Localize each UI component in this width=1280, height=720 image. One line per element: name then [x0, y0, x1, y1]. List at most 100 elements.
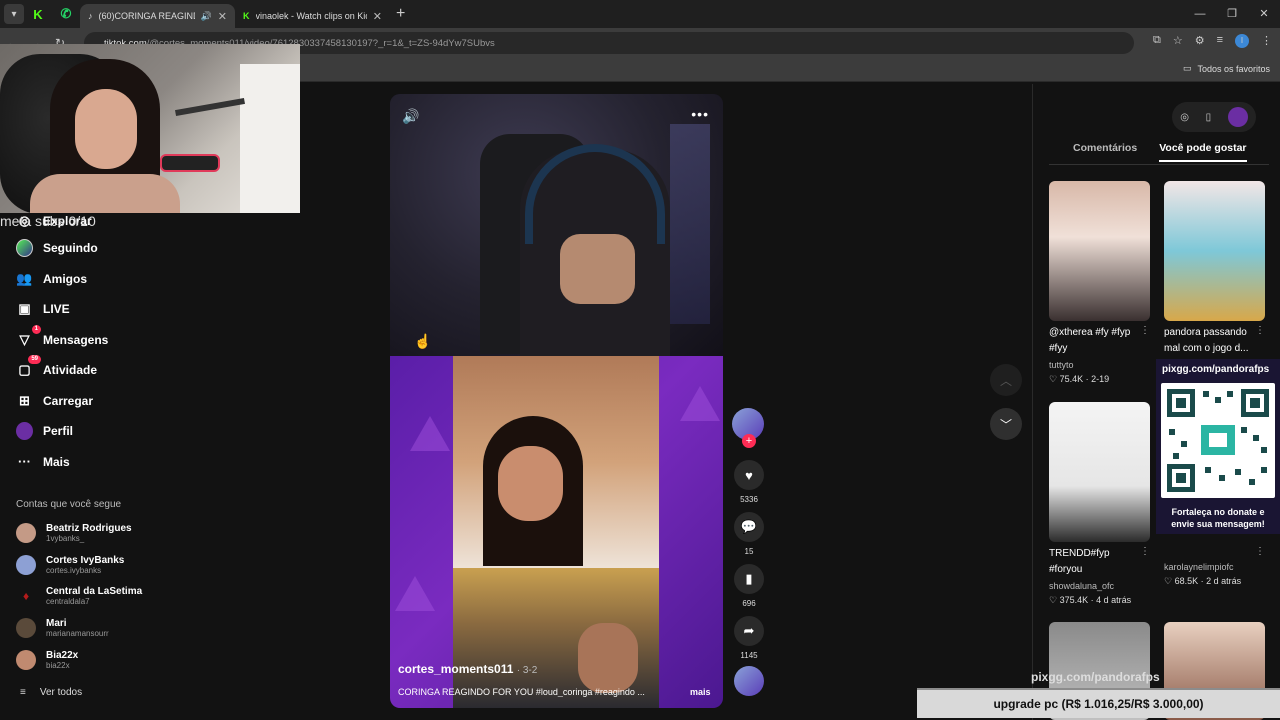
nav-label: Seguindo: [43, 240, 98, 255]
tab-kick[interactable]: K vinaolek - Watch clips on Kick ✕: [235, 4, 390, 28]
card-options-icon[interactable]: ⋮: [1255, 325, 1265, 336]
nav-upload[interactable]: ⊞ Carregar: [16, 392, 93, 409]
like-count: 5336: [740, 495, 758, 504]
recommendation-author[interactable]: tuttyto: [1049, 360, 1074, 370]
video-top-frame: [390, 94, 723, 356]
tab-comments[interactable]: Comentários: [1049, 142, 1137, 162]
nav-label: Mensagens: [43, 332, 109, 347]
recommendation-title[interactable]: @xtherea #fy #fyp #fyy: [1049, 325, 1141, 357]
more-dots-icon: ···: [18, 454, 31, 469]
following-section-title: Contas que você segue: [16, 499, 122, 510]
account-handle: 1vybanks_: [46, 534, 85, 543]
all-bookmarks-button[interactable]: ▭ Todos os favoritos: [1183, 63, 1270, 74]
video-date: · 3-2: [516, 665, 538, 676]
tab-tiktok[interactable]: ♪ (60)CORINGA REAGINDO F 🔊 ✕: [80, 4, 235, 28]
close-window-icon[interactable]: ✕: [1248, 0, 1280, 28]
recommendation-thumbnail[interactable]: [1049, 402, 1150, 542]
restore-icon[interactable]: ❐: [1216, 0, 1248, 28]
creator-avatar[interactable]: +: [732, 408, 764, 448]
previous-video-button[interactable]: ︿: [990, 364, 1022, 396]
tab-you-may-like[interactable]: Você pode gostar: [1159, 142, 1247, 162]
see-all-button[interactable]: ≡ Ver todos: [20, 687, 82, 698]
activity-badge: 59: [28, 355, 41, 364]
nav-activity[interactable]: ▢ 59 Atividade: [16, 355, 97, 378]
kick-pinned-tab-icon[interactable]: K: [24, 0, 52, 28]
close-tab-icon[interactable]: ✕: [373, 10, 382, 23]
recommendation-stats: ♡ 375.4K · 4 d atrás: [1049, 595, 1132, 605]
follow-plus-icon[interactable]: +: [742, 434, 756, 448]
sound-disc-icon[interactable]: [734, 666, 764, 696]
nav-more[interactable]: ··· Mais: [16, 453, 70, 470]
account-handle: centraldala7: [46, 597, 90, 606]
bookmark-icon[interactable]: ▮: [734, 564, 764, 594]
nav-label: Amigos: [43, 271, 88, 286]
video-player[interactable]: 🔊 ••• cortes_moments011 · 3-2 CORINGA RE…: [390, 94, 723, 708]
video-bottom-frame: [390, 356, 723, 708]
upgrade-goal-bar: upgrade pc (R$ 1.016,25/R$ 3.000,00): [917, 690, 1280, 718]
minimize-icon[interactable]: —: [1184, 0, 1216, 28]
install-app-icon[interactable]: ⧉: [1153, 34, 1161, 48]
live-icon: ▣: [18, 300, 31, 316]
profile-avatar[interactable]: I: [1235, 34, 1249, 48]
nav-profile[interactable]: Perfil: [16, 421, 74, 440]
audio-playing-icon[interactable]: 🔊: [201, 11, 212, 22]
following-account[interactable]: Cortes IvyBanks cortes.ivybanks: [16, 555, 124, 575]
following-account[interactable]: Mari marianamansourr: [16, 618, 109, 638]
comment-count: 15: [744, 547, 754, 556]
nav-label: Perfil: [43, 423, 74, 438]
account-name: Mari: [46, 618, 67, 629]
bookmark-star-icon[interactable]: ☆: [1173, 34, 1183, 48]
volume-icon[interactable]: 🔊: [402, 108, 419, 125]
nav-friends[interactable]: 👥 Amigos: [16, 270, 87, 287]
new-tab-button[interactable]: +: [396, 5, 405, 23]
messages-icon: ▽ 1: [16, 325, 41, 348]
following-account[interactable]: Beatriz Rodrigues 1vybanks_: [16, 523, 132, 543]
messages-badge: 1: [31, 325, 41, 334]
like-heart-icon[interactable]: ♥: [734, 460, 764, 490]
card-options-icon[interactable]: ⋮: [1255, 546, 1265, 557]
comment-icon[interactable]: 💬: [734, 512, 764, 542]
nav-following[interactable]: Seguindo: [16, 238, 98, 257]
save-count: 696: [742, 599, 756, 608]
recommendation-title[interactable]: TRENDD#fyp #foryou: [1049, 546, 1141, 578]
next-video-button[interactable]: ﹀: [990, 408, 1022, 440]
nav-messages[interactable]: ▽ 1 Mensagens: [16, 325, 109, 348]
card-options-icon[interactable]: ⋮: [1140, 546, 1150, 557]
person-face: [560, 234, 635, 304]
video-author[interactable]: cortes_moments011 · 3-2: [398, 662, 537, 676]
decor-triangle: [395, 576, 435, 611]
qr-title: pixgg.com/pandorafps: [1162, 364, 1270, 375]
recommendation-thumbnail[interactable]: [1049, 181, 1150, 321]
share-count: 1145: [740, 651, 758, 660]
menu-kebab-icon[interactable]: ⋮: [1261, 34, 1272, 48]
card-options-icon[interactable]: ⋮: [1140, 325, 1150, 336]
recommendation-author[interactable]: karolaynelimpiofc: [1164, 562, 1234, 572]
recommendation-thumbnail[interactable]: [1164, 181, 1265, 321]
user-avatar[interactable]: [1227, 107, 1248, 127]
nav-label: LIVE: [43, 301, 70, 316]
extensions-icon[interactable]: ⚙: [1195, 34, 1205, 48]
see-all-label: Ver todos: [39, 687, 83, 698]
following-account[interactable]: Bia22x bia22x: [16, 650, 78, 670]
recommendation-author[interactable]: showdaluna_ofc: [1049, 581, 1114, 591]
recommendation-title[interactable]: pandora passando mal com o jogo d...: [1164, 325, 1256, 357]
avatar: [16, 523, 36, 543]
qr-code-icon: [1161, 383, 1275, 498]
media-control-icon[interactable]: ≡: [1217, 34, 1223, 48]
whatsapp-pinned-tab-icon[interactable]: ✆: [52, 0, 80, 28]
donation-qr-overlay: pixgg.com/pandorafps Fortaleça no donate…: [1156, 359, 1280, 534]
explore-icon[interactable]: ◎: [1180, 112, 1189, 123]
video-caption: CORINGA REAGINDO FOR YOU #loud_coringa #…: [398, 687, 645, 697]
device-icon[interactable]: ▯: [1206, 112, 1212, 123]
nav-live[interactable]: ▣ LIVE: [16, 300, 70, 317]
following-avatar-icon: [16, 238, 33, 257]
tab-search-icon[interactable]: ▾: [4, 4, 24, 24]
more-options-icon[interactable]: •••: [691, 106, 709, 122]
screen: ▾ K ✆ ♪ (60)CORINGA REAGINDO F 🔊 ✕ K vin…: [0, 0, 1280, 720]
pix-watermark: pixgg.com/pandorafps: [1031, 670, 1160, 684]
following-account[interactable]: ♦ Central da LaSetima centraldala7: [16, 586, 142, 606]
author-name: cortes_moments011: [398, 662, 514, 676]
share-icon[interactable]: ➦: [734, 616, 764, 646]
close-tab-icon[interactable]: ✕: [218, 10, 227, 23]
caption-more-button[interactable]: mais: [690, 687, 711, 697]
